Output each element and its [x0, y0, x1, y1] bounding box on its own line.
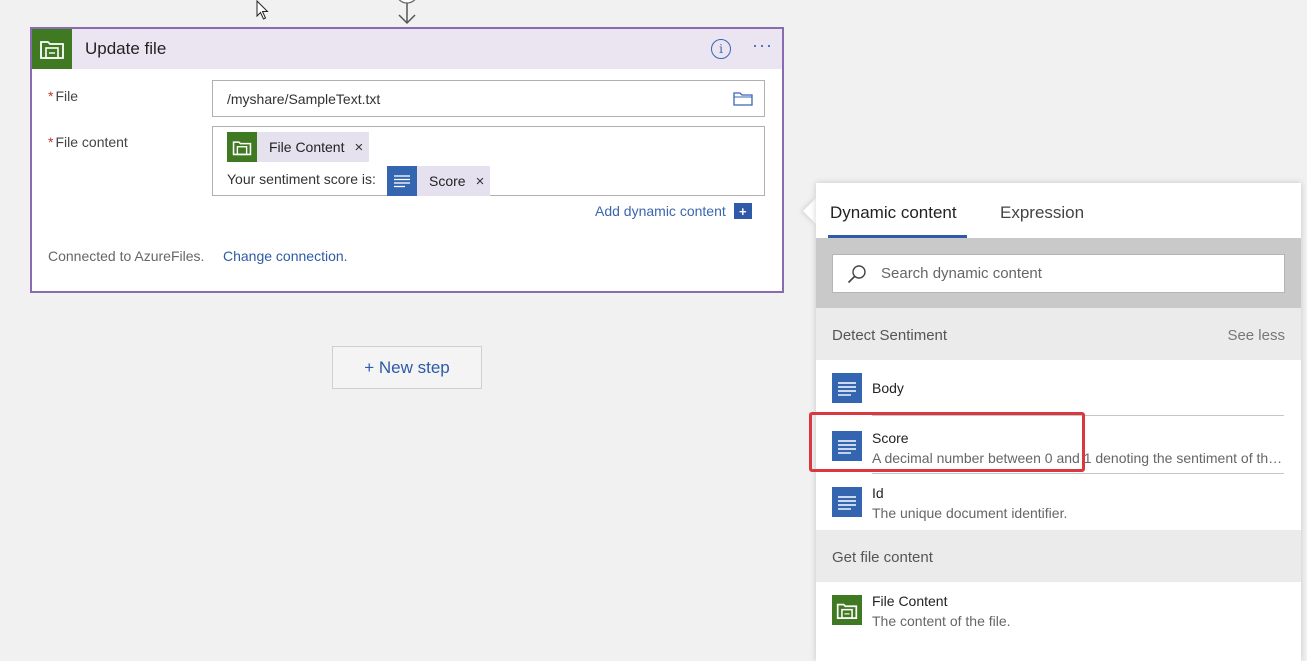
list-item-id[interactable]: Id The unique document identifier. [816, 474, 1301, 530]
section-detect-sentiment: Detect Sentiment See less [816, 308, 1301, 360]
card-header[interactable]: Update file i ··· [32, 29, 782, 69]
search-icon [847, 264, 866, 283]
azure-files-icon [32, 29, 72, 69]
token-label: Score [429, 173, 466, 189]
panel-pointer [803, 198, 816, 224]
azure-files-icon [832, 595, 862, 625]
panel-tabs: Dynamic content Expression [816, 183, 1301, 238]
score-highlight-box [809, 412, 1085, 472]
folder-browse-icon[interactable] [733, 90, 753, 106]
add-dynamic-content-link[interactable]: Add dynamic content + [595, 203, 752, 219]
file-content-token[interactable]: File Content × [227, 132, 370, 162]
file-label: * File [48, 88, 79, 104]
section-title: Detect Sentiment [832, 327, 948, 344]
list-item-file-content[interactable]: File Content The content of the file. [816, 582, 1301, 646]
static-content-text: Your sentiment score is: [227, 171, 376, 187]
tab-expression[interactable]: Expression [1000, 203, 1084, 223]
new-step-button[interactable]: + New step [332, 346, 482, 389]
item-title: Id [872, 485, 884, 501]
change-connection-link[interactable]: Change connection. [223, 248, 348, 264]
text-lines-icon [832, 373, 862, 403]
item-description: The content of the file. [872, 613, 1011, 629]
item-description: The unique document identifier. [872, 505, 1068, 521]
add-dynamic-plus-icon: + [733, 203, 752, 219]
file-content-input[interactable]: File Content × Your sentiment score is: … [212, 126, 765, 196]
remove-token-icon[interactable]: × [354, 139, 363, 156]
score-token[interactable]: Score × [387, 166, 491, 196]
update-file-card: Update file i ··· * File /myshare/SampleT… [30, 27, 784, 293]
section-get-file-content: Get file content [816, 530, 1301, 582]
card-title: Update file [85, 39, 167, 58]
text-lines-icon [832, 487, 862, 517]
more-options-icon[interactable]: ··· [752, 35, 773, 56]
remove-token-icon[interactable]: × [476, 173, 485, 190]
file-path-input[interactable]: /myshare/SampleText.txt [212, 80, 765, 117]
info-icon[interactable]: i [711, 39, 731, 59]
text-lines-icon [387, 166, 417, 196]
connection-status: Connected to AzureFiles. [48, 248, 205, 264]
item-title: File Content [872, 593, 948, 609]
search-input[interactable] [881, 265, 1261, 282]
item-title: Body [872, 380, 904, 396]
mouse-cursor-icon [256, 0, 269, 20]
search-band [816, 238, 1301, 308]
connector-arrow-icon [398, 0, 416, 25]
section-title: Get file content [832, 549, 933, 566]
azure-files-icon [227, 132, 257, 162]
tab-dynamic-content[interactable]: Dynamic content [830, 203, 957, 223]
list-item-body[interactable]: Body [816, 360, 1301, 416]
file-content-label: * File content [48, 134, 128, 150]
see-less-link[interactable]: See less [1227, 327, 1285, 344]
file-path-value: /myshare/SampleText.txt [227, 90, 381, 107]
add-dynamic-content-label: Add dynamic content [595, 203, 726, 219]
token-label: File Content [269, 139, 345, 155]
search-box[interactable] [832, 254, 1285, 293]
